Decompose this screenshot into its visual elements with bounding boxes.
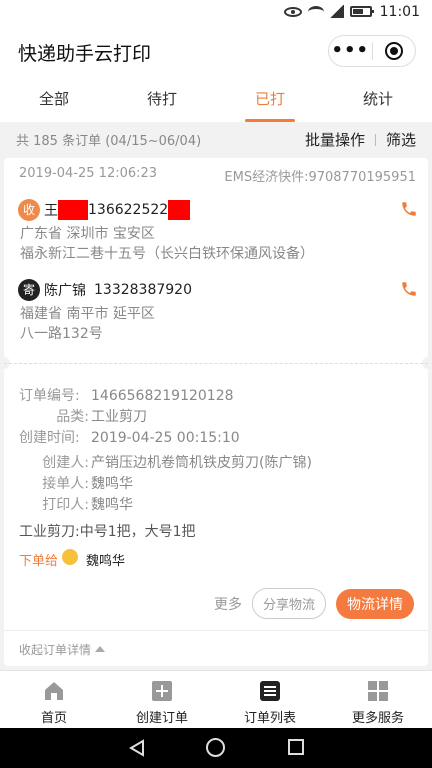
tab-printed[interactable]: 已打 xyxy=(216,76,324,122)
detail-value: 1466568219120128 xyxy=(91,388,234,404)
back-icon[interactable] xyxy=(128,739,146,757)
sender-name: 陈广锦 xyxy=(44,283,86,299)
wifi-icon xyxy=(308,5,324,18)
order-actions: 更多 分享物流 物流详情 xyxy=(214,588,414,619)
title-bar: 快递助手云打印 ••• xyxy=(0,26,432,76)
miniprogram-capsule: ••• xyxy=(328,35,416,67)
summary-actions: 批量操作 筛选 xyxy=(305,129,416,150)
grid-icon xyxy=(368,681,388,701)
order-tabs: 全部 待打 已打 统计 xyxy=(0,76,432,122)
detail-value: 产销压边机卷筒机铁皮剪刀(陈广锦) xyxy=(91,455,312,471)
action-divider xyxy=(374,133,376,146)
detail-value: 工业剪刀 xyxy=(91,409,147,425)
eye-icon xyxy=(284,6,302,17)
call-sender-icon[interactable] xyxy=(400,280,418,298)
close-miniprogram-button[interactable] xyxy=(373,42,416,60)
detail-value: 魏鸣华 xyxy=(91,497,133,513)
collapse-details-row[interactable]: 收起订单详情 xyxy=(4,630,428,664)
detail-label: 品类: xyxy=(56,409,89,425)
receiver-address-line2: 福永新江二巷十五号（长兴白铁环保通风设备） xyxy=(20,246,314,262)
status-time: 11:01 xyxy=(379,4,420,20)
order-list-icon xyxy=(260,681,280,701)
receiver-block: 收 王 136622522 广东省 深圳市 宝安区 福永新江二巷十五号（长兴白铁… xyxy=(18,196,418,264)
detail-row: 订单编号: 1466568219120128 xyxy=(19,386,312,407)
tabbar-create-order[interactable]: 创建订单 xyxy=(108,671,216,728)
collapse-details-toggle[interactable]: 收起订单详情 xyxy=(19,641,106,658)
add-order-icon xyxy=(152,681,172,701)
ticket-divider xyxy=(4,363,428,364)
tabbar-home[interactable]: 首页 xyxy=(0,671,108,728)
detail-label: 接单人: xyxy=(42,476,89,492)
tab-stats[interactable]: 统计 xyxy=(324,76,432,122)
more-menu-button[interactable]: ••• xyxy=(329,36,372,66)
assignee-avatar-icon xyxy=(62,548,79,565)
caret-up-icon xyxy=(95,646,106,652)
receiver-address-line1: 广东省 深圳市 宝安区 xyxy=(20,226,155,242)
tab-pending[interactable]: 待打 xyxy=(108,76,216,122)
receiver-name: 王 xyxy=(44,203,58,219)
order-card: 2019-04-25 12:06:23 EMS经济快件:970877019595… xyxy=(0,158,432,666)
bottom-tab-bar: 首页 创建订单 订单列表 更多服务 xyxy=(0,670,432,728)
collapse-details-label: 收起订单详情 xyxy=(19,643,92,657)
tab-all[interactable]: 全部 xyxy=(0,76,108,122)
detail-row: 创建人: 产销压边机卷筒机铁皮剪刀(陈广锦) xyxy=(19,453,312,474)
recent-apps-icon[interactable] xyxy=(288,739,304,755)
tabbar-home-label: 首页 xyxy=(40,711,67,726)
share-logistics-button[interactable]: 分享物流 xyxy=(251,588,326,619)
sender-row: 寄 陈广锦 13328387920 xyxy=(18,276,418,304)
redaction-mark xyxy=(168,200,191,220)
assignee-name: 魏鸣华 xyxy=(86,554,126,569)
detail-row: 创建时间: 2019-04-25 00:15:10 xyxy=(19,428,312,449)
system-nav-bar xyxy=(0,728,432,768)
detail-label: 创建人: xyxy=(42,455,89,471)
detail-label: 订单编号: xyxy=(19,388,80,404)
order-details: 订单编号: 1466568219120128 品类: 工业剪刀 创建时间: 2019-… xyxy=(19,386,312,569)
detail-label: 打印人: xyxy=(42,497,89,513)
receiver-phone: 136622522 xyxy=(88,202,169,218)
sender-address-line2: 八一路132号 xyxy=(20,326,103,342)
target-icon xyxy=(384,42,403,60)
home-circle-icon[interactable] xyxy=(206,738,225,757)
sender-badge: 寄 xyxy=(18,279,40,301)
tabbar-more-services-label: 更多服务 xyxy=(351,711,404,726)
battery-icon xyxy=(350,6,374,17)
assigned-to: 下单给 魏鸣华 xyxy=(19,548,312,569)
tabbar-order-list[interactable]: 订单列表 xyxy=(216,671,324,728)
receiver-row: 收 王 136622522 xyxy=(18,196,418,224)
sender-address-line1: 福建省 南平市 延平区 xyxy=(20,306,155,322)
status-bar: 11:01 xyxy=(0,0,432,26)
goods-note: 工业剪刀:中号1把，大号1把 xyxy=(19,524,196,540)
redaction-mark xyxy=(58,200,88,220)
signal-icon xyxy=(330,5,344,18)
home-icon xyxy=(45,682,63,700)
assign-label: 下单给 xyxy=(19,554,59,569)
sender-block: 寄 陈广锦 13328387920 福建省 南平市 延平区 八一路132号 xyxy=(18,276,418,344)
more-button[interactable]: 更多 xyxy=(214,594,242,614)
detail-row: 接单人: 魏鸣华 xyxy=(19,474,312,495)
order-datetime: 2019-04-25 12:06:23 xyxy=(19,166,158,181)
batch-operation-button[interactable]: 批量操作 xyxy=(305,129,365,150)
sender-phone: 13328387920 xyxy=(94,282,192,298)
detail-row: 打印人: 魏鸣华 xyxy=(19,495,312,516)
logistics-detail-button[interactable]: 物流详情 xyxy=(336,588,414,619)
detail-value: 2019-04-25 00:15:10 xyxy=(91,430,240,446)
receiver-badge: 收 xyxy=(18,199,40,221)
detail-row: 品类: 工业剪刀 xyxy=(19,407,312,428)
order-summary: 共 185 条订单 (04/15~06/04) 批量操作 筛选 xyxy=(0,122,432,156)
status-icons xyxy=(284,5,374,18)
tabbar-create-order-label: 创建订单 xyxy=(135,711,188,726)
tabbar-more-services[interactable]: 更多服务 xyxy=(324,671,432,728)
order-count: 共 185 条订单 (04/15~06/04) xyxy=(16,134,202,149)
call-receiver-icon[interactable] xyxy=(400,200,418,218)
filter-button[interactable]: 筛选 xyxy=(386,129,416,150)
detail-label: 创建时间: xyxy=(19,430,80,446)
tabbar-order-list-label: 订单列表 xyxy=(243,711,296,726)
detail-value: 魏鸣华 xyxy=(91,476,133,492)
carrier-waybill: EMS经济快件:9708770195951 xyxy=(224,170,416,185)
app-title: 快递助手云打印 xyxy=(18,43,152,65)
